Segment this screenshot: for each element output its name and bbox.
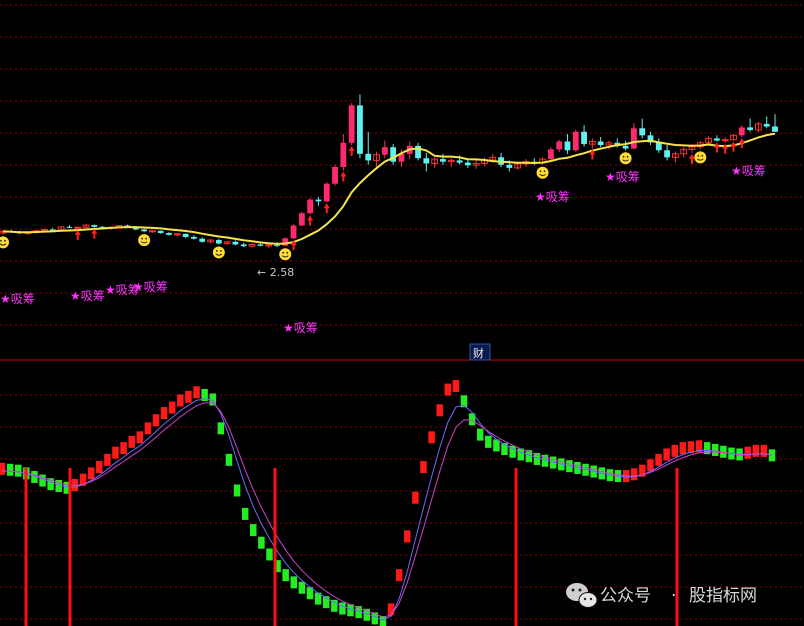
indicator-bar — [0, 462, 6, 475]
accumulation-label: ★吸筹 — [731, 164, 766, 178]
indicator-bar — [120, 442, 127, 455]
indicator-bar — [630, 468, 638, 481]
smiley-icon — [138, 234, 151, 247]
indicator-bar — [152, 414, 160, 427]
indicator-bar — [655, 453, 662, 466]
indicator-bar — [420, 461, 427, 474]
accumulation-label: ★吸筹 — [133, 280, 168, 294]
divider-tag: 财 — [469, 343, 491, 361]
candle — [348, 103, 355, 145]
indicator-bar — [647, 459, 654, 472]
indicator-bar — [679, 442, 687, 455]
indicator-bar — [177, 394, 184, 407]
indicator-bar — [241, 507, 249, 520]
candle — [74, 226, 82, 230]
smiley-icon — [619, 152, 632, 165]
smiley-icon — [212, 246, 225, 259]
indicator-bar — [387, 603, 395, 616]
indicator-bar — [404, 530, 411, 543]
low-price-annotation: ← 2.58 — [257, 266, 294, 279]
indicator-bar — [128, 435, 135, 448]
indicator-bar — [744, 446, 751, 459]
indicator-bar — [485, 435, 492, 448]
indicator-bar — [266, 548, 273, 561]
indicator-bar — [412, 491, 419, 504]
indicator-bar — [225, 453, 233, 466]
indicator-bar — [476, 428, 484, 441]
indicator-bar — [339, 602, 346, 615]
smiley-icon — [536, 166, 549, 179]
indicator-bar — [104, 453, 111, 466]
indicator-bar — [193, 386, 200, 399]
indicator-bar — [168, 401, 176, 414]
indicator-bar — [290, 576, 298, 589]
indicator-bar — [671, 444, 678, 457]
candle — [332, 164, 338, 186]
candle — [323, 182, 330, 203]
indicator-bar — [444, 383, 452, 396]
indicator-bar — [752, 444, 760, 457]
signal-spike — [68, 468, 72, 626]
signal-spike — [273, 468, 277, 626]
indicator-bar — [768, 449, 776, 462]
indicator-bar — [96, 461, 103, 474]
watermark-prefix: 公众号 — [600, 586, 651, 606]
signal-spike — [514, 468, 518, 626]
accumulation-label: ★吸筹 — [605, 170, 640, 184]
indicator-bar — [136, 431, 144, 444]
indicator-bar — [233, 484, 241, 497]
divider-label: 财 — [473, 346, 484, 360]
smiley-icon — [279, 248, 292, 261]
indicator-bar — [144, 422, 152, 435]
signal-spike — [24, 468, 28, 626]
candle — [298, 211, 305, 227]
indicator-bar — [760, 444, 768, 457]
candle — [307, 197, 314, 215]
indicator-bar — [6, 463, 14, 476]
indicator-bar — [712, 443, 719, 456]
indicator-bar — [298, 581, 306, 594]
indicator-bar — [185, 390, 192, 403]
indicator-bar — [452, 380, 460, 392]
indicator-bar — [395, 569, 403, 582]
accumulation-label: ★吸筹 — [283, 321, 318, 335]
indicator-bar — [217, 422, 225, 435]
candle — [390, 144, 397, 165]
indicator-bar — [258, 536, 265, 549]
indicator-bar — [160, 407, 168, 420]
candle — [282, 237, 289, 247]
indicator-bar — [436, 404, 443, 417]
indicator-bar — [282, 569, 289, 582]
watermark-name: 股指标网 — [689, 586, 757, 606]
indicator-bar — [14, 464, 22, 477]
stock-indicator-chart: 财 ★吸筹 ★吸筹 ★吸筹★吸筹★吸筹★吸筹★吸筹 ★吸筹← 2.58 公众号 · 股… — [0, 0, 804, 626]
indicator-bar — [663, 448, 670, 461]
watermark-separator: · — [671, 586, 676, 606]
accumulation-label: ★吸筹 — [0, 292, 35, 306]
indicator-bar — [250, 524, 257, 537]
candle — [572, 129, 579, 152]
accumulation-label: ★吸筹 — [70, 289, 105, 303]
candle — [290, 224, 297, 240]
indicator-bar — [87, 467, 95, 480]
indicator-bar — [517, 448, 524, 461]
smiley-icon — [694, 151, 707, 164]
indicator-bar — [428, 431, 435, 444]
indicator-bar — [347, 604, 354, 617]
indicator-bar — [112, 446, 119, 459]
accumulation-label: ★吸筹 — [535, 190, 570, 204]
